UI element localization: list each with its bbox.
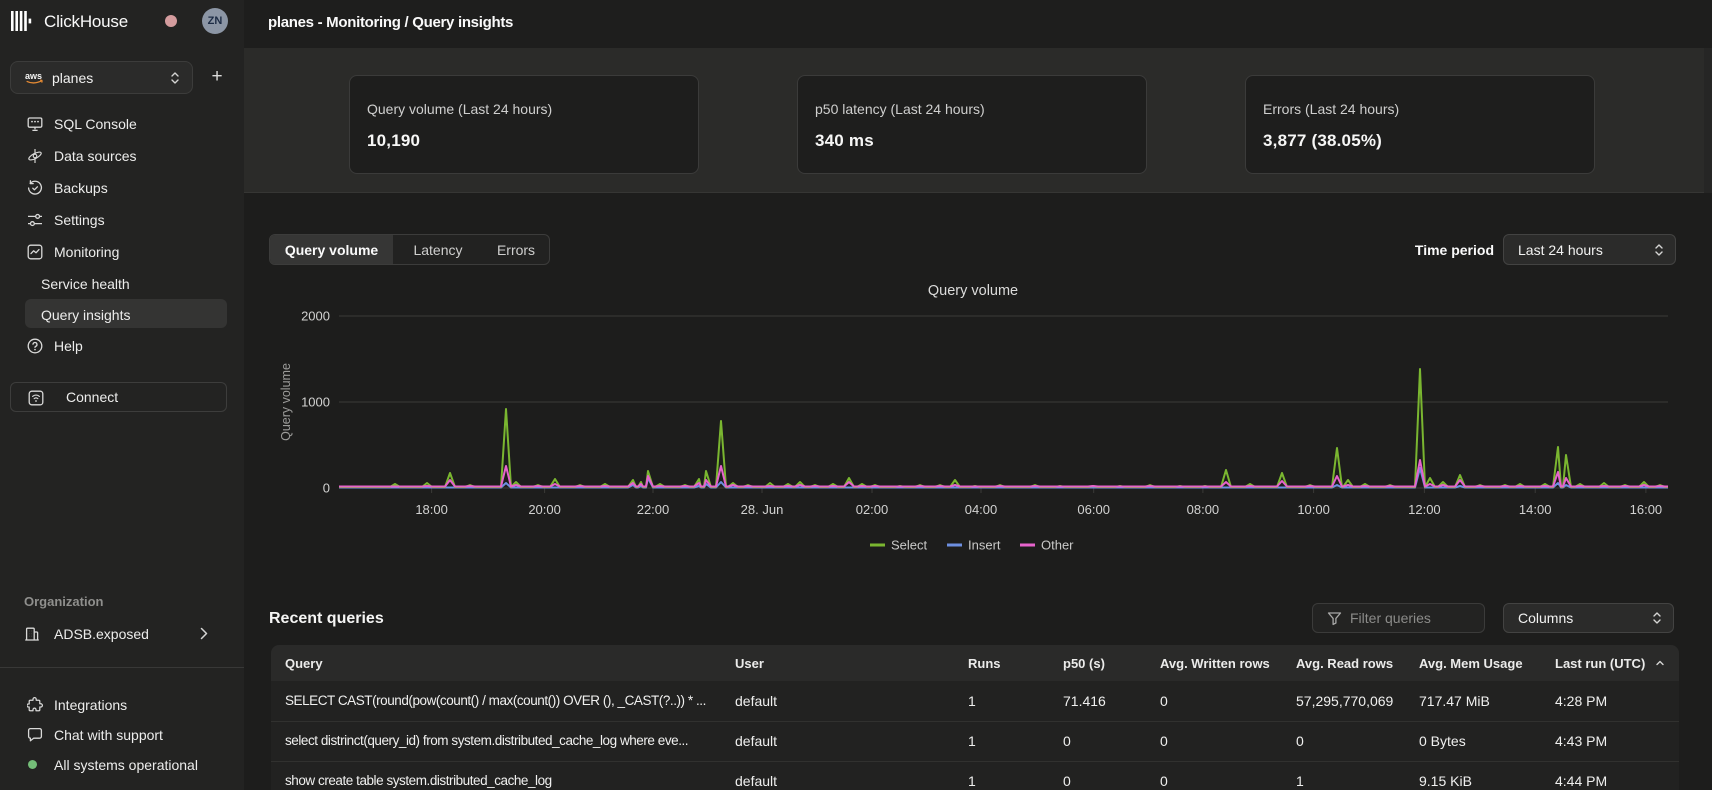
svg-text:2000: 2000 (301, 309, 330, 324)
svg-text:10:00: 10:00 (1297, 502, 1330, 517)
svg-text:12:00: 12:00 (1408, 502, 1441, 517)
svg-text:20:00: 20:00 (528, 502, 561, 517)
svg-text:Select: Select (891, 538, 928, 553)
svg-text:Query volume: Query volume (279, 363, 293, 441)
svg-text:Query volume: Query volume (928, 283, 1018, 299)
svg-text:02:00: 02:00 (856, 502, 889, 517)
svg-text:Other: Other (1041, 538, 1074, 553)
svg-text:14:00: 14:00 (1519, 502, 1552, 517)
svg-text:aws: aws (25, 71, 42, 81)
svg-text:08:00: 08:00 (1187, 502, 1220, 517)
svg-text:0: 0 (323, 481, 330, 496)
svg-text:Insert: Insert (968, 538, 1001, 553)
svg-text:28. Jun: 28. Jun (741, 502, 784, 517)
svg-text:06:00: 06:00 (1077, 502, 1110, 517)
svg-text:18:00: 18:00 (415, 502, 448, 517)
svg-text:22:00: 22:00 (637, 502, 670, 517)
svg-text:16:00: 16:00 (1630, 502, 1663, 517)
svg-text:04:00: 04:00 (965, 502, 998, 517)
svg-text:1000: 1000 (301, 395, 330, 410)
